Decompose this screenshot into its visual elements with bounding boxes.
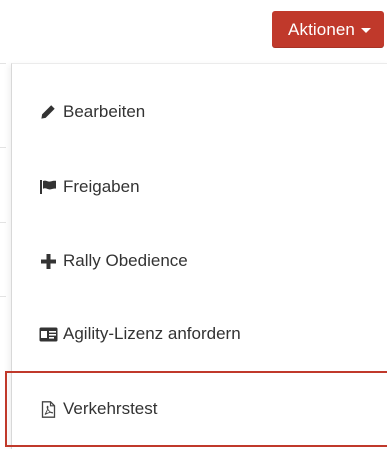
menu-item-rally-obedience[interactable]: Rally Obedience bbox=[12, 223, 387, 299]
actions-button-label: Aktionen bbox=[288, 19, 355, 39]
menu-item-bearbeiten[interactable]: Bearbeiten bbox=[12, 74, 387, 150]
edge-mark bbox=[0, 147, 6, 148]
menu-item-verkehrstest[interactable]: Verkehrstest bbox=[5, 371, 387, 447]
id-card-icon bbox=[38, 325, 58, 343]
menu-item-label: Freigaben bbox=[63, 177, 140, 196]
edge-mark bbox=[0, 222, 6, 223]
pdf-file-icon bbox=[38, 400, 58, 418]
pencil-icon bbox=[38, 103, 58, 121]
caret-down-icon bbox=[361, 28, 371, 33]
menu-item-freigaben[interactable]: Freigaben bbox=[12, 149, 387, 225]
edge-mark bbox=[0, 63, 6, 64]
menu-item-label: Verkehrstest bbox=[63, 399, 158, 418]
menu-item-label: Bearbeiten bbox=[63, 102, 146, 121]
actions-dropdown-menu: Bearbeiten Freigaben Rally Obedience Agi… bbox=[5, 63, 387, 449]
edge-mark bbox=[0, 296, 6, 297]
menu-item-agility-lizenz[interactable]: Agility-Lizenz anfordern bbox=[12, 296, 387, 372]
menu-item-label: Agility-Lizenz anfordern bbox=[63, 324, 241, 343]
flag-icon bbox=[38, 178, 58, 196]
menu-item-label: Rally Obedience bbox=[63, 251, 188, 270]
plus-icon bbox=[38, 252, 58, 270]
actions-dropdown-button[interactable]: Aktionen bbox=[272, 11, 384, 48]
